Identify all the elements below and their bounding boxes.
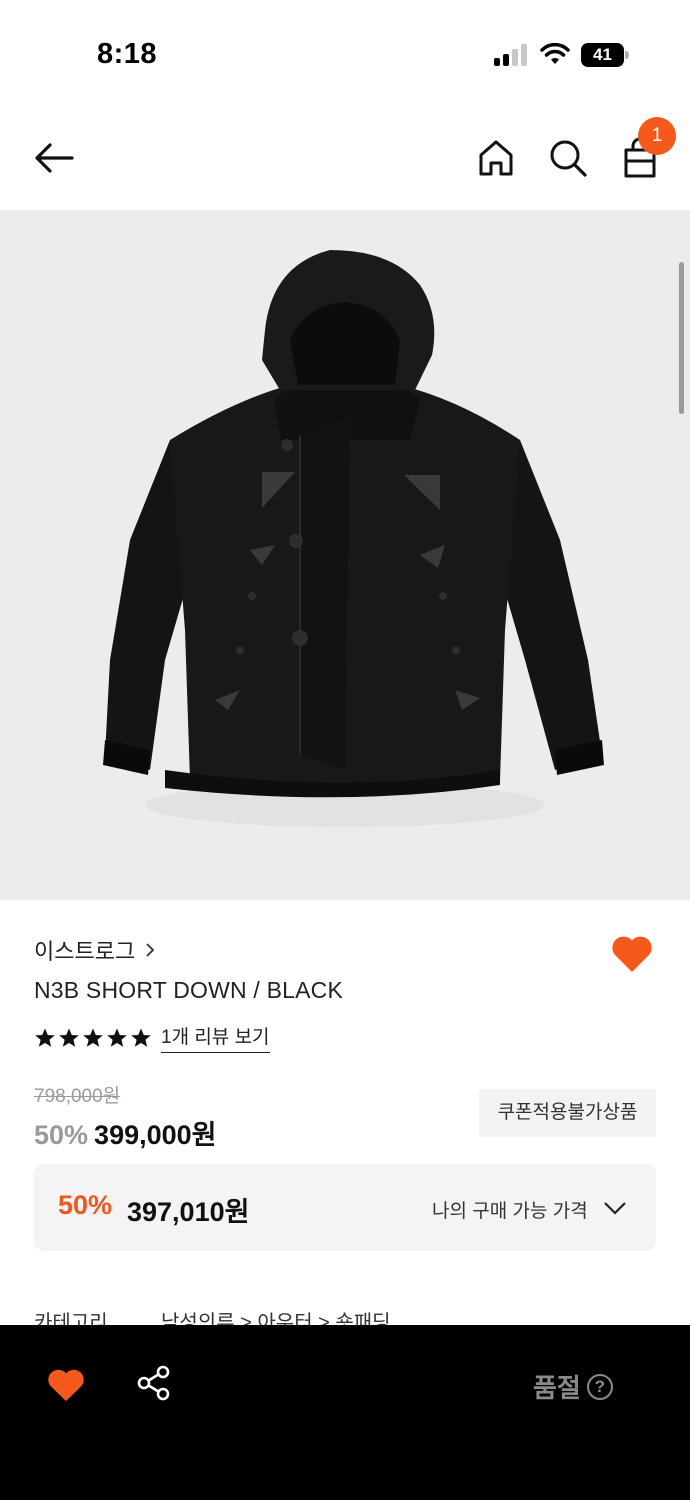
home-icon[interactable] <box>472 134 520 182</box>
cart-count-badge[interactable]: 1 <box>638 117 676 155</box>
sale-price-row: 50% 399,000원 <box>34 1113 217 1152</box>
my-discount-rate: 50% <box>58 1190 113 1220</box>
cellular-signal-icon <box>494 44 528 66</box>
wishlist-heart-icon[interactable] <box>610 932 654 974</box>
back-arrow-icon[interactable] <box>30 134 78 182</box>
battery-icon: 41 <box>581 43 629 67</box>
category-breadcrumb[interactable]: 남성의류 > 아우터 > 숏패딩 <box>161 1306 391 1326</box>
bottom-action-bar: 품절 ? <box>0 1325 690 1500</box>
status-time: 8:18 <box>97 38 158 70</box>
top-navigation: 1 <box>0 110 690 210</box>
sold-out-status[interactable]: 품절 ? <box>533 1368 613 1405</box>
search-icon[interactable] <box>544 134 592 182</box>
star-icon <box>107 1028 127 1047</box>
star-icon <box>83 1028 103 1047</box>
star-icon <box>35 1028 55 1047</box>
my-price-dropdown[interactable]: 50% 397,010원 나의 구매 가능 가격 <box>34 1164 656 1251</box>
image-scrollbar[interactable] <box>679 262 684 414</box>
my-price-label: 나의 구매 가능 가격 <box>432 1201 588 1222</box>
category-label: 카테고리 <box>34 1312 108 1326</box>
like-heart-icon[interactable] <box>46 1367 86 1403</box>
star-icon <box>59 1028 79 1047</box>
sold-out-label: 품절 <box>533 1373 581 1403</box>
sale-price: 399,000원 <box>94 1120 217 1150</box>
category-row: 카테고리 남성의류 > 아우터 > 숏패딩 <box>34 1306 656 1326</box>
chevron-right-icon <box>146 943 155 957</box>
coupon-unavailable-tag: 쿠폰적용불가상품 <box>479 1089 656 1137</box>
original-price: 798,000원 <box>34 1086 121 1107</box>
rating-row: 1개 리뷰 보기 <box>34 1022 270 1053</box>
my-price-amount: 397,010원 <box>127 1197 250 1227</box>
star-icon <box>131 1028 151 1047</box>
review-link[interactable]: 1개 리뷰 보기 <box>161 1022 270 1053</box>
help-icon[interactable]: ? <box>586 1373 613 1400</box>
chevron-down-icon <box>604 1202 626 1215</box>
battery-level: 41 <box>593 45 612 64</box>
brand-link[interactable]: 이스트로그 <box>34 934 157 966</box>
share-icon[interactable] <box>136 1365 172 1401</box>
product-title: N3B SHORT DOWN / BLACK <box>34 977 344 1003</box>
star-rating <box>34 1027 152 1049</box>
black-down-jacket-image <box>103 250 604 827</box>
brand-name: 이스트로그 <box>34 939 136 964</box>
status-bar: 8:18 41 <box>0 0 690 110</box>
wifi-icon <box>540 42 570 64</box>
discount-rate: 50% <box>34 1120 89 1150</box>
product-image[interactable] <box>0 210 690 900</box>
